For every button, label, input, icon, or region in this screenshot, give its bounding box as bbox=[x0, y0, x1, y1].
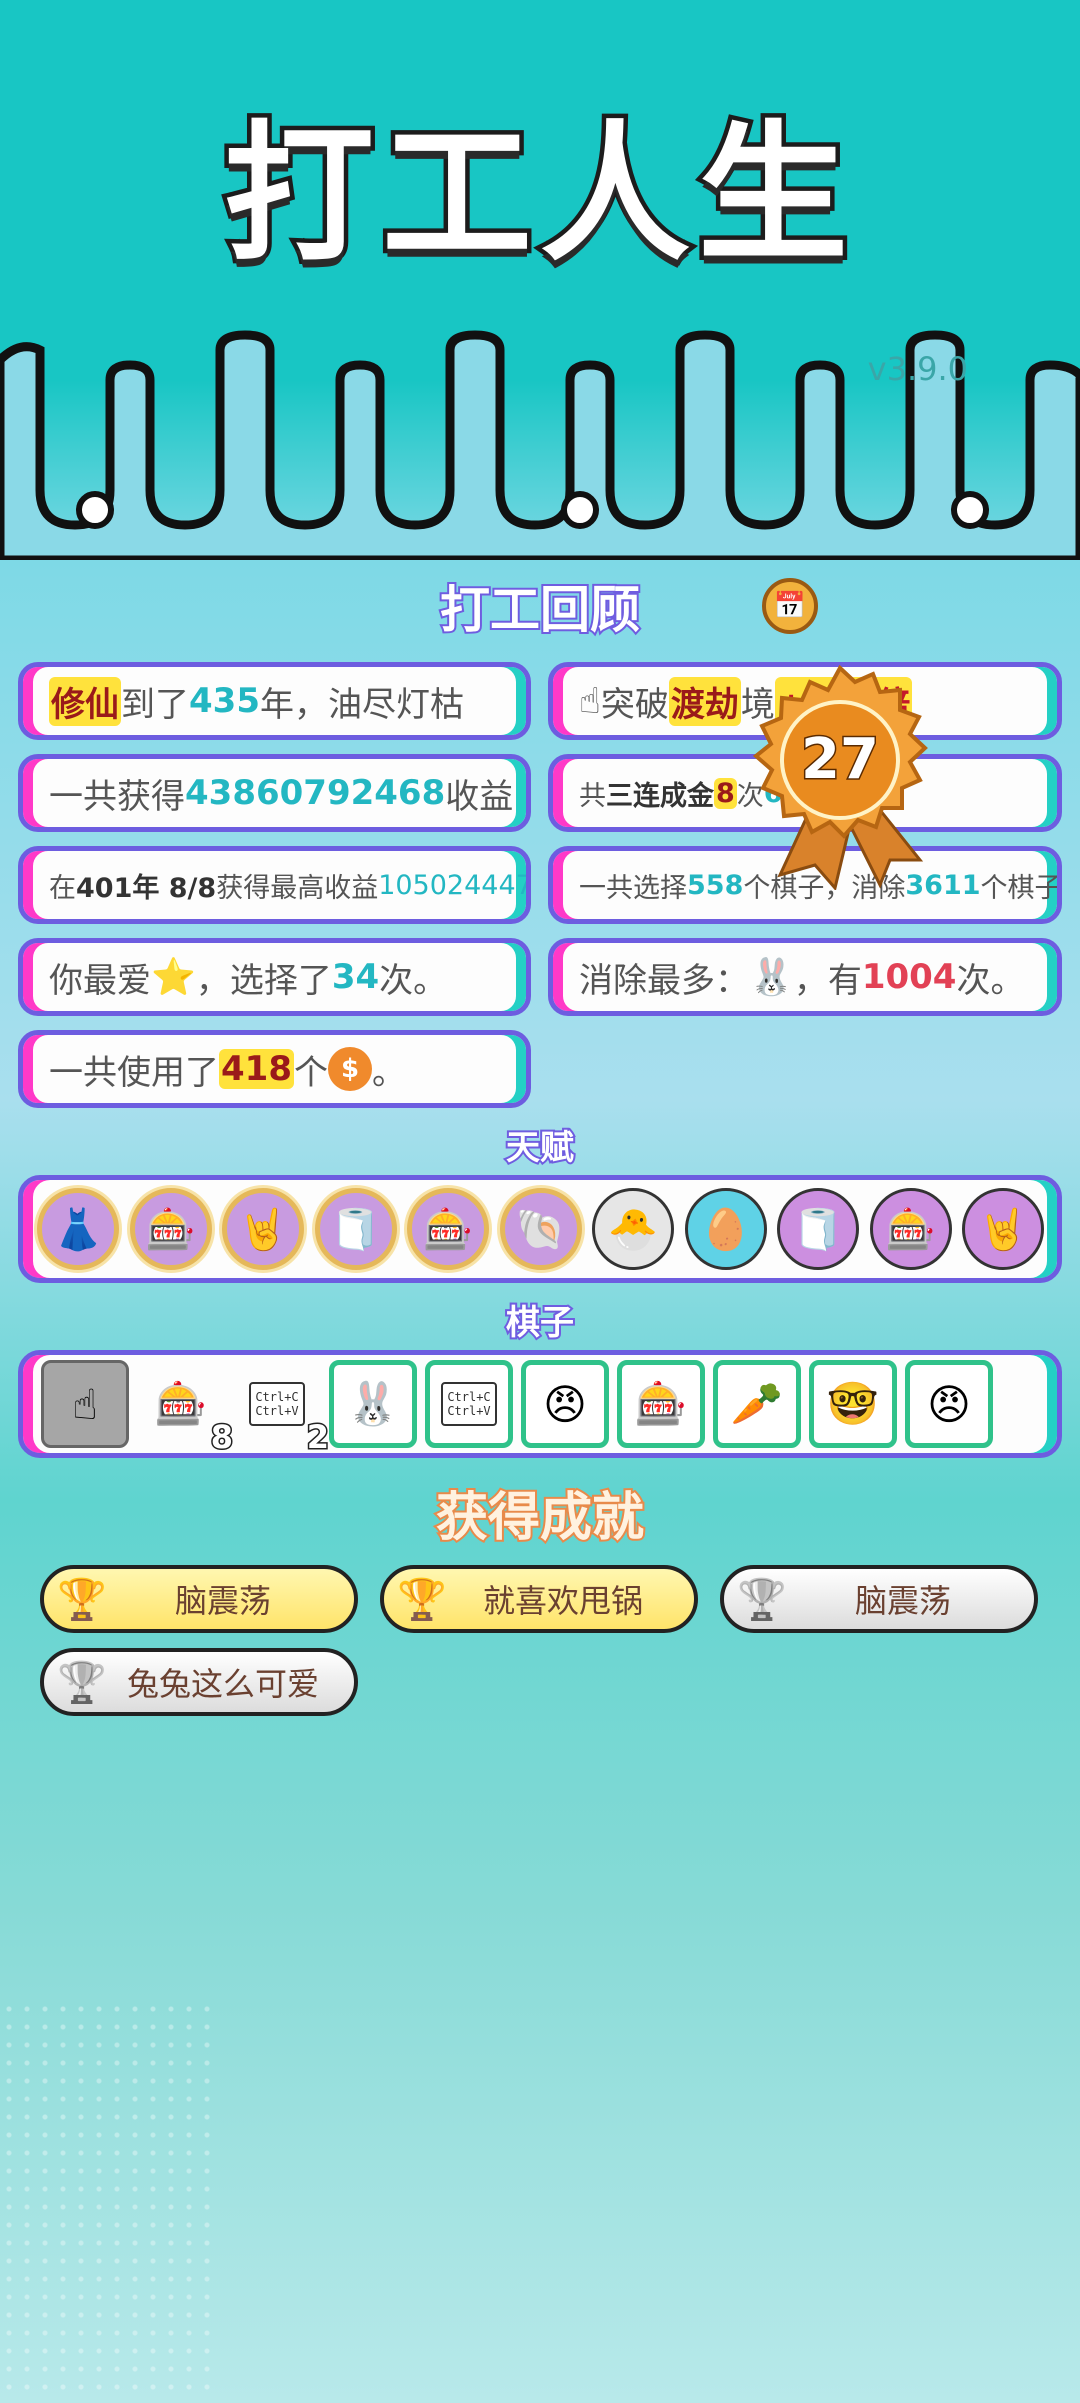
review-text: 一共使用了 bbox=[49, 1052, 219, 1093]
version-label: v3.9.0 bbox=[867, 350, 968, 388]
review-text: 次。 bbox=[956, 960, 1025, 1001]
review-card-left-1: 修仙 到了 435 年，油尽灯枯 bbox=[18, 662, 531, 740]
achievement-item[interactable]: 🏆 兔兔这么可爱 bbox=[40, 1648, 358, 1716]
claw-machine-icon[interactable]: 🎰 bbox=[869, 1188, 952, 1270]
review-text: 突破 bbox=[600, 684, 669, 725]
claw-machine-icon[interactable]: 🎰 bbox=[617, 1360, 705, 1448]
shell-icon[interactable]: 🐚 bbox=[499, 1188, 582, 1270]
review-text: 401年 8/8 bbox=[76, 872, 217, 904]
review-text: 435 bbox=[189, 681, 260, 721]
skirt-icon[interactable]: 👗 bbox=[37, 1188, 119, 1270]
piece-count: 8 bbox=[209, 1417, 234, 1458]
review-text: 年，油尽灯枯 bbox=[259, 684, 464, 725]
review-text: 在 bbox=[49, 872, 76, 904]
review-text: 个棋子。 bbox=[980, 872, 1062, 904]
review-text: 1004 bbox=[861, 957, 957, 997]
piece-count: 2 bbox=[305, 1417, 330, 1458]
silver-trophy-icon: 🏆 bbox=[737, 1576, 787, 1623]
egg-tray-icon[interactable]: 🥚 bbox=[684, 1188, 767, 1270]
claw-machine-icon[interactable]: 🎰 bbox=[129, 1188, 212, 1270]
achievement-item[interactable]: 🏆 脑震荡 bbox=[40, 1565, 358, 1633]
talent-title: 天赋 bbox=[504, 1126, 576, 1170]
review-text: 消除最多： bbox=[579, 960, 749, 1001]
card-icon: ☝ bbox=[579, 680, 601, 722]
worker-face-icon[interactable]: 😠 bbox=[521, 1360, 609, 1448]
pieces-title: 棋子 bbox=[504, 1301, 576, 1345]
review-text: 一共获得 bbox=[49, 776, 185, 817]
claw-machine-icon[interactable]: 🎰 bbox=[407, 1188, 489, 1270]
review-text: 8 bbox=[714, 777, 737, 809]
review-text: 418 bbox=[219, 1049, 294, 1089]
review-text: ，有 bbox=[793, 960, 862, 1001]
rock-hand-icon[interactable]: 🤘 bbox=[222, 1188, 304, 1270]
achievements-title: 获得成就 bbox=[434, 1486, 646, 1550]
calendar-icon: 📅 bbox=[762, 578, 818, 634]
game-title: 打工人生 bbox=[219, 106, 856, 285]
rabbit-house-icon[interactable]: 🐰 bbox=[329, 1360, 417, 1448]
achievement-label: 脑震荡 bbox=[854, 1582, 951, 1620]
review-title: 打工回顾 bbox=[438, 579, 642, 641]
claw-machine-icon[interactable]: 🎰 8 bbox=[137, 1360, 235, 1458]
review-text: 修仙 bbox=[49, 676, 121, 726]
level-badge: 27 bbox=[740, 660, 960, 892]
carrot-icon[interactable]: 🥕 bbox=[713, 1360, 801, 1448]
review-text: 个 bbox=[293, 1052, 328, 1093]
review-card-left-3: 在 401年 8/8 获得最高收益10502444700 bbox=[18, 846, 531, 924]
copy-paste-icon[interactable]: Ctrl+C Ctrl+V 2 bbox=[233, 1360, 331, 1458]
review-card-left-4: 你最爱 ⭐ ，选择了 34 次。 bbox=[18, 938, 531, 1016]
review-text: ，选择了 bbox=[195, 960, 332, 1001]
review-text: 558 bbox=[687, 869, 744, 901]
achievement-item[interactable]: 🏆 脑震荡 bbox=[720, 1565, 1038, 1633]
review-text: 次。 bbox=[379, 960, 448, 1001]
achievement-label: 就喜欢甩锅 bbox=[482, 1582, 643, 1620]
pointer-hand-icon[interactable]: ☝ bbox=[41, 1360, 129, 1448]
rock-hand-icon[interactable]: 🤘 bbox=[962, 1188, 1044, 1270]
achievement-label: 兔兔这么可爱 bbox=[126, 1665, 319, 1703]
dot-pattern bbox=[0, 2000, 220, 2400]
review-text: 收益 bbox=[445, 776, 514, 817]
tissue-box-icon[interactable]: 🧻 bbox=[777, 1188, 859, 1270]
gold-trophy-icon: 🏆 bbox=[397, 1576, 447, 1623]
review-text: 渡劫 bbox=[668, 676, 741, 726]
review-text: 34 bbox=[331, 957, 380, 997]
review-card-right-4: 消除最多： 🐰 ，有 1004 次。 bbox=[548, 938, 1062, 1016]
card-icon: 🐰 bbox=[749, 957, 794, 998]
review-text: 共 bbox=[579, 780, 606, 812]
review-text: 一共选择 bbox=[579, 872, 687, 904]
bald-man-icon[interactable]: 🤓 bbox=[809, 1360, 897, 1448]
review-card-left-5: 一共使用了 418 个 $。 bbox=[18, 1030, 531, 1108]
level-number: 27 bbox=[801, 727, 879, 792]
review-text: 获得最高收益 bbox=[216, 872, 379, 904]
review-text: 到了 bbox=[121, 684, 189, 725]
chick-egg-icon[interactable]: 🐣 bbox=[592, 1188, 674, 1270]
gold-trophy-icon: 🏆 bbox=[57, 1576, 107, 1623]
pieces-bar: ☝ 🎰 8 Ctrl+C Ctrl+V 2 🐰 Ctrl+C Ctrl+V 😠 🎰 🥕 🤓 😠 bbox=[18, 1350, 1062, 1458]
achievement-item[interactable]: 🏆 就喜欢甩锅 bbox=[380, 1565, 698, 1633]
coin-icon: $ bbox=[327, 1047, 372, 1091]
card-icon: ⭐ bbox=[151, 957, 196, 998]
review-text: 你最爱 bbox=[49, 960, 151, 1001]
review-card-left-2: 一共获得 43860792468 收益 bbox=[18, 754, 531, 832]
silver-trophy-icon: 🏆 bbox=[57, 1659, 107, 1706]
tissue-box-icon[interactable]: 🧻 bbox=[314, 1188, 397, 1270]
review-text: 43860792468 bbox=[185, 773, 446, 813]
worker-face-icon[interactable]: 😠 bbox=[905, 1360, 993, 1448]
talent-bar: 👗 🎰 🤘 🧻 🎰 🐚 🐣 🥚 🧻 🎰 🤘 bbox=[18, 1175, 1062, 1283]
copy-paste-icon[interactable]: Ctrl+C Ctrl+V bbox=[425, 1360, 513, 1448]
review-text: 10502444700 bbox=[378, 869, 526, 901]
achievement-label: 脑震荡 bbox=[174, 1582, 271, 1620]
header: 打工人生 v3.9.0 bbox=[0, 0, 1080, 560]
review-text: 。 bbox=[371, 1052, 406, 1093]
review-text: 三连成金 bbox=[606, 780, 714, 812]
